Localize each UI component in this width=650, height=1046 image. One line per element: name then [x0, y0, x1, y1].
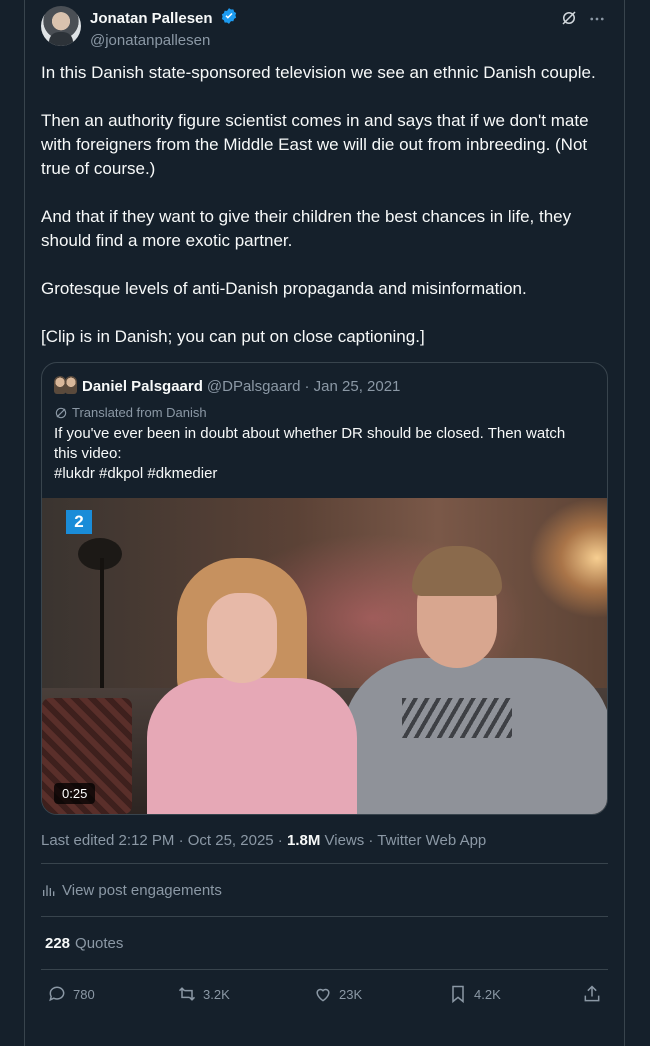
view-engagements-link[interactable]: View post engagements	[41, 864, 608, 916]
video-duration: 0:25	[54, 783, 96, 804]
share-icon	[584, 985, 600, 1002]
like-button[interactable]: 23K	[313, 984, 362, 1004]
post-text: In this Danish state-sponsored televisio…	[41, 61, 608, 349]
quotes-count[interactable]: 228 Quotes	[41, 917, 608, 969]
post: Jonatan Pallesen @jonatanpallesen In thi…	[41, 0, 608, 1018]
post-paragraph: Grotesque levels of anti-Danish propagan…	[41, 279, 527, 298]
hashtags[interactable]: #lukdr #dkpol #dkmedier	[54, 464, 595, 484]
timeline-border-left	[24, 0, 25, 1046]
quoted-text-line: this video:	[54, 445, 122, 462]
bookmark-button[interactable]: 4.2K	[448, 984, 501, 1004]
quoted-text-line: If you've ever been in doubt about wheth…	[54, 425, 566, 442]
heart-icon	[316, 988, 330, 1002]
quotes-label: Quotes	[75, 934, 124, 952]
bookmark-count: 4.2K	[474, 986, 501, 1002]
channel-logo: 2	[66, 510, 92, 534]
view-engagements-label: View post engagements	[62, 881, 222, 899]
post-header: Jonatan Pallesen @jonatanpallesen	[41, 0, 608, 52]
like-count: 23K	[339, 986, 363, 1002]
repost-count: 3.2K	[203, 986, 230, 1002]
reply-count: 780	[73, 986, 95, 1002]
author-avatar[interactable]	[41, 6, 81, 46]
author-info: Jonatan Pallesen @jonatanpallesen	[90, 7, 238, 49]
repost-button[interactable]: 3.2K	[177, 984, 230, 1004]
verified-badge-icon[interactable]	[220, 7, 238, 30]
quotes-number: 228	[45, 934, 71, 952]
timeline-border-right	[624, 0, 625, 1046]
translate-icon	[55, 407, 67, 418]
bookmark-icon	[452, 985, 464, 1004]
repost-icon	[178, 987, 196, 1001]
translated-label: Translated from Danish	[42, 397, 607, 420]
quoted-author-handle: @DPalsgaard	[206, 377, 301, 395]
quoted-post-date: · Jan 25, 2021	[304, 377, 401, 395]
analytics-icon	[43, 885, 55, 896]
grok-icon[interactable]	[560, 9, 578, 32]
more-options-icon[interactable]	[588, 10, 606, 33]
translated-text: Translated from Danish	[72, 405, 207, 420]
post-paragraph: Then an authority figure scientist comes…	[41, 111, 589, 178]
action-bar: 780 3.2K 23K 4.2K	[41, 970, 608, 1018]
edited-timestamp[interactable]: Last edited 2:12 PM · Oct 25, 2025 ·	[41, 832, 287, 849]
video-person	[342, 538, 607, 814]
quoted-author-avatar	[54, 376, 78, 396]
video-player[interactable]: 2 0:25	[42, 498, 607, 814]
video-person	[137, 558, 367, 814]
reply-icon	[49, 986, 65, 1002]
quoted-post-header: Daniel Palsgaard @DPalsgaard · Jan 25, 2…	[42, 363, 607, 397]
share-button[interactable]	[582, 984, 608, 1004]
post-paragraph: In this Danish state-sponsored televisio…	[41, 63, 596, 82]
post-paragraph: [Clip is in Danish; you can put on close…	[41, 327, 425, 346]
post-paragraph: And that if they want to give their chil…	[41, 207, 572, 250]
post-metadata: Last edited 2:12 PM · Oct 25, 2025 · 1.8…	[41, 832, 608, 849]
author-handle[interactable]: @jonatanpallesen	[90, 32, 238, 49]
quoted-post[interactable]: Daniel Palsgaard @DPalsgaard · Jan 25, 2…	[41, 362, 608, 815]
views-label: Views · Twitter Web App	[320, 832, 487, 849]
views-count: 1.8M	[286, 832, 321, 849]
author-name[interactable]: Jonatan Pallesen	[90, 10, 213, 27]
reply-button[interactable]: 780	[47, 984, 95, 1004]
quoted-author-name: Daniel Palsgaard	[82, 377, 203, 395]
quoted-post-text: If you've ever been in doubt about wheth…	[42, 420, 607, 484]
